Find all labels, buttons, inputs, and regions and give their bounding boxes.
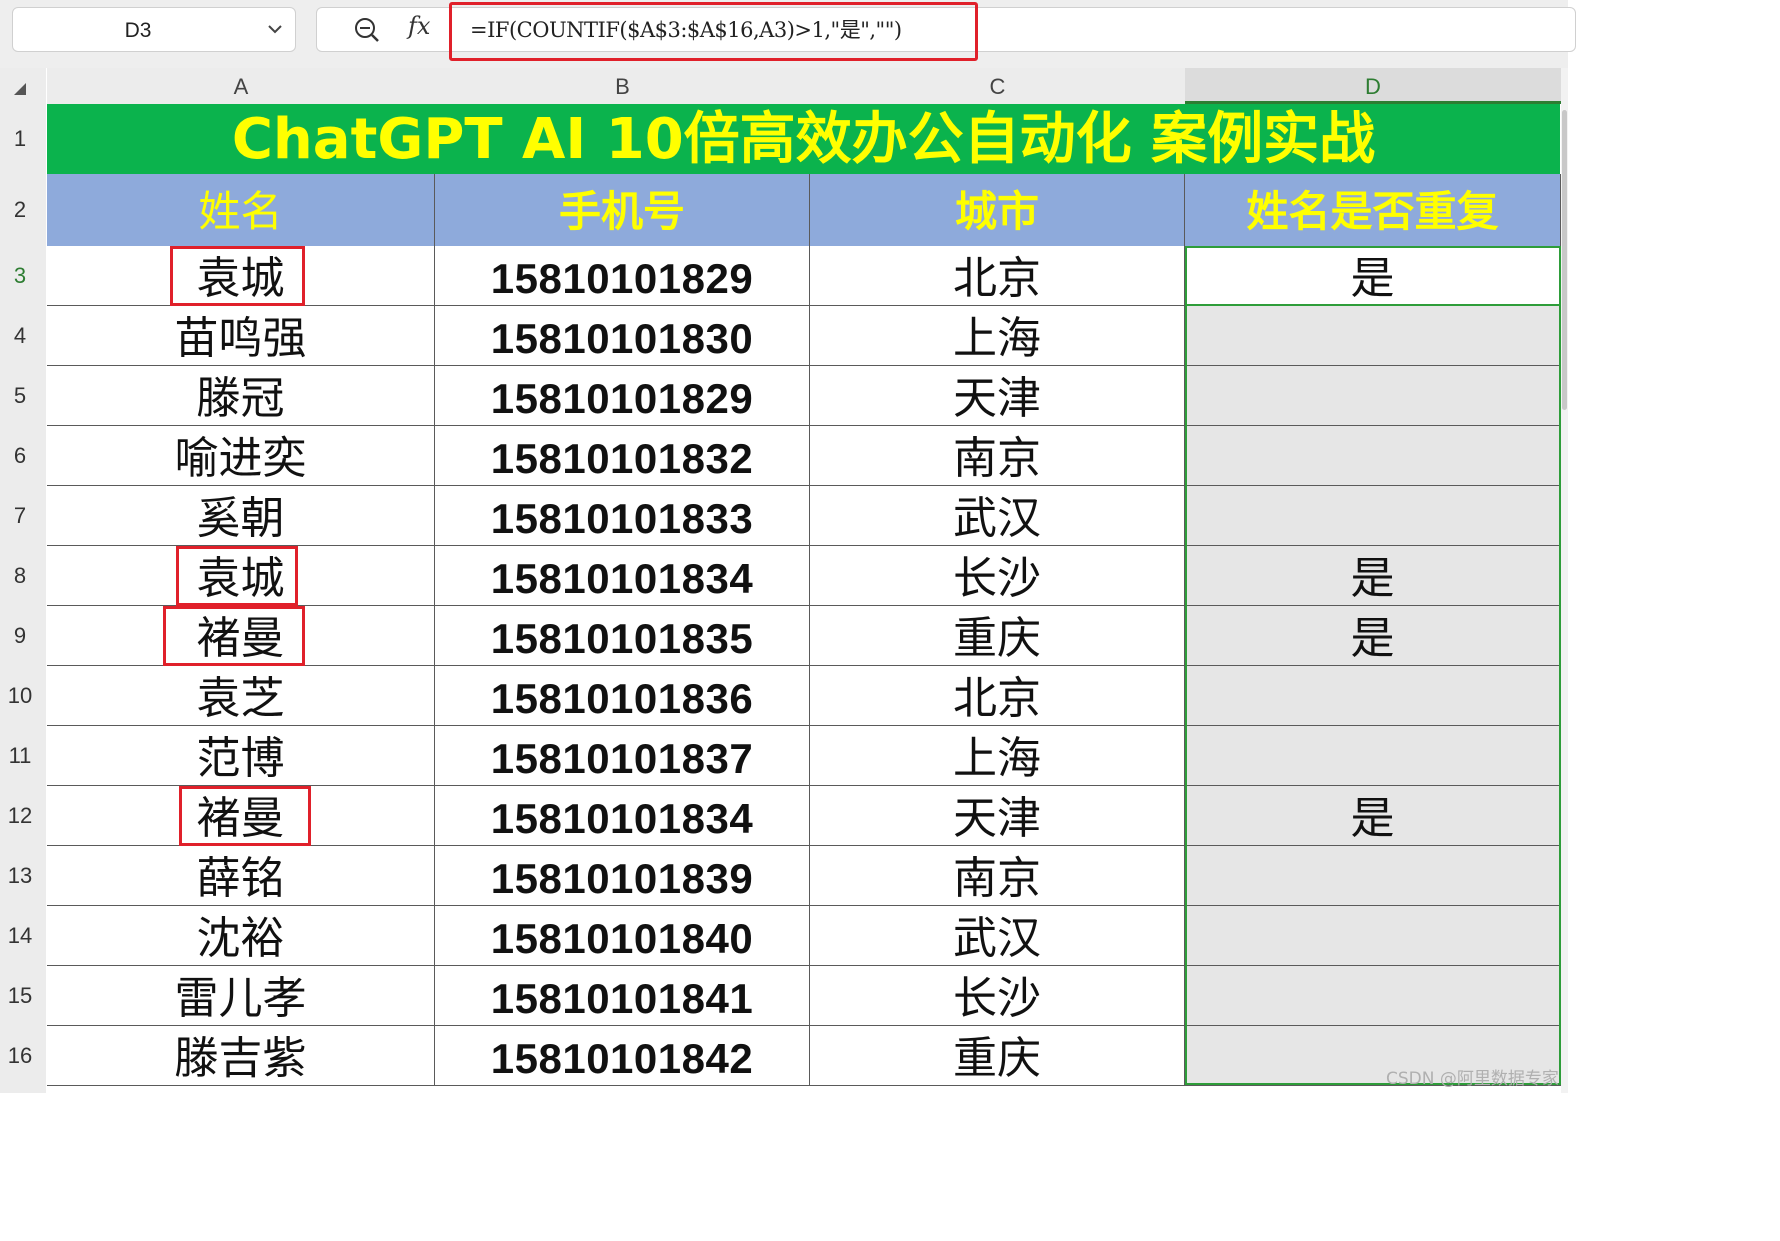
name-cell[interactable]: 褚曼 (47, 786, 435, 846)
duplicate-flag-cell[interactable] (1185, 306, 1561, 366)
city-cell[interactable]: 长沙 (810, 966, 1185, 1026)
watermark: CSDN @阿里数据专家 (1386, 1069, 1559, 1089)
duplicate-flag-cell[interactable]: 是 (1185, 606, 1561, 666)
row-header-12[interactable]: 12 (0, 786, 40, 846)
phone-cell[interactable]: 15810101835 (435, 606, 810, 666)
scrollbar-thumb[interactable] (1562, 110, 1567, 410)
city-cell[interactable]: 南京 (810, 426, 1185, 486)
row-header-1[interactable]: 1 (0, 104, 40, 174)
column-header-b[interactable]: B (435, 68, 810, 104)
duplicate-flag-cell[interactable] (1185, 426, 1561, 486)
row-header-9[interactable]: 9 (0, 606, 40, 666)
city-cell[interactable]: 上海 (810, 726, 1185, 786)
title-row[interactable]: ChatGPT AI 10倍高效办公自动化 案例实战 (47, 104, 1560, 174)
name-cell[interactable]: 滕冠 (47, 366, 435, 426)
name-cell[interactable]: 袁城 (47, 546, 435, 606)
phone-cell[interactable]: 15810101837 (435, 726, 810, 786)
name-box-value: D3 (124, 19, 152, 42)
header-name[interactable]: 姓名 (47, 174, 435, 246)
name-cell[interactable]: 喻进奕 (47, 426, 435, 486)
row-header-4[interactable]: 4 (0, 306, 40, 366)
name-cell[interactable]: 薛铭 (47, 846, 435, 906)
duplicate-flag-cell[interactable] (1185, 966, 1561, 1026)
zoom-out-icon[interactable] (353, 16, 381, 44)
phone-cell[interactable]: 15810101832 (435, 426, 810, 486)
city-cell[interactable]: 武汉 (810, 906, 1185, 966)
formula-highlight-box (449, 2, 978, 61)
duplicate-flag-cell[interactable] (1185, 846, 1561, 906)
phone-cell[interactable]: 15810101829 (435, 366, 810, 426)
row-header-2[interactable]: 2 (0, 174, 40, 246)
row-header-10[interactable]: 10 (0, 666, 40, 726)
name-cell[interactable]: 沈裕 (47, 906, 435, 966)
row-header-3[interactable]: 3 (0, 246, 40, 306)
header-duplicate[interactable]: 姓名是否重复 (1185, 174, 1561, 246)
name-cell[interactable]: 滕吉紫 (47, 1026, 435, 1086)
row-header-13[interactable]: 13 (0, 846, 40, 906)
duplicate-flag-cell[interactable] (1185, 666, 1561, 726)
name-cell[interactable]: 雷儿孝 (47, 966, 435, 1026)
name-cell[interactable]: 袁芝 (47, 666, 435, 726)
duplicate-flag-cell[interactable]: 是 (1185, 546, 1561, 606)
phone-cell[interactable]: 15810101829 (435, 246, 810, 306)
city-cell[interactable]: 北京 (810, 666, 1185, 726)
city-cell[interactable]: 南京 (810, 846, 1185, 906)
row-header-8[interactable]: 8 (0, 546, 40, 606)
city-cell[interactable]: 北京 (810, 246, 1185, 306)
city-cell[interactable]: 天津 (810, 366, 1185, 426)
name-cell[interactable]: 奚朝 (47, 486, 435, 546)
header-city[interactable]: 城市 (810, 174, 1185, 246)
city-cell[interactable]: 天津 (810, 786, 1185, 846)
function-icon[interactable]: fx (408, 12, 430, 40)
row-header-11[interactable]: 11 (0, 726, 40, 786)
phone-cell[interactable]: 15810101836 (435, 666, 810, 726)
select-all-icon[interactable] (14, 83, 26, 95)
phone-cell[interactable]: 15810101834 (435, 786, 810, 846)
row-header-5[interactable]: 5 (0, 366, 40, 426)
city-cell[interactable]: 重庆 (810, 1026, 1185, 1086)
city-cell[interactable]: 武汉 (810, 486, 1185, 546)
row-header-7[interactable]: 7 (0, 486, 40, 546)
row-header-14[interactable]: 14 (0, 906, 40, 966)
chevron-down-icon[interactable] (267, 23, 283, 35)
name-cell[interactable]: 褚曼 (47, 606, 435, 666)
phone-cell[interactable]: 15810101840 (435, 906, 810, 966)
name-cell[interactable]: 袁城 (47, 246, 435, 306)
city-cell[interactable]: 长沙 (810, 546, 1185, 606)
name-box[interactable]: D3 (12, 7, 296, 52)
city-cell[interactable]: 上海 (810, 306, 1185, 366)
duplicate-flag-cell[interactable] (1185, 366, 1561, 426)
duplicate-flag-cell[interactable]: 是 (1185, 786, 1561, 846)
name-cell[interactable]: 范博 (47, 726, 435, 786)
row-header-15[interactable]: 15 (0, 966, 40, 1026)
row-header-16[interactable]: 16 (0, 1026, 40, 1086)
name-cell[interactable]: 苗鸣强 (47, 306, 435, 366)
column-header-c[interactable]: C (810, 68, 1185, 104)
column-header-a[interactable]: A (47, 68, 435, 104)
phone-cell[interactable]: 15810101841 (435, 966, 810, 1026)
city-cell[interactable]: 重庆 (810, 606, 1185, 666)
duplicate-flag-cell[interactable]: 是 (1185, 246, 1561, 306)
row-header-6[interactable]: 6 (0, 426, 40, 486)
duplicate-flag-cell[interactable] (1185, 726, 1561, 786)
sheet-title: ChatGPT AI 10倍高效办公自动化 案例实战 (231, 107, 1376, 172)
header-phone[interactable]: 手机号 (435, 174, 810, 246)
phone-cell[interactable]: 15810101833 (435, 486, 810, 546)
phone-cell[interactable]: 15810101830 (435, 306, 810, 366)
phone-cell[interactable]: 15810101839 (435, 846, 810, 906)
duplicate-flag-cell[interactable] (1185, 486, 1561, 546)
duplicate-flag-cell[interactable] (1185, 906, 1561, 966)
phone-cell[interactable]: 15810101834 (435, 546, 810, 606)
column-header-d[interactable]: D (1185, 68, 1561, 104)
phone-cell[interactable]: 15810101842 (435, 1026, 810, 1086)
